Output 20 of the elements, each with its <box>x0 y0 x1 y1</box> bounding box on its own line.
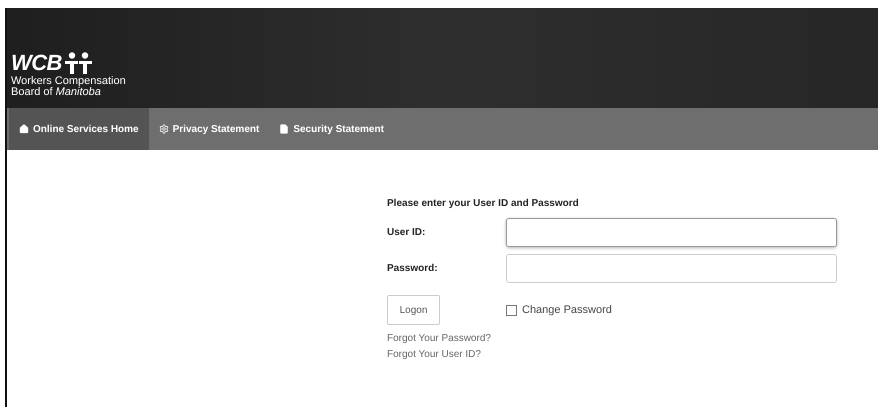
form-heading: Please enter your User ID and Password <box>387 197 580 211</box>
input-field[interactable] <box>506 218 837 247</box>
home-icon <box>19 124 29 134</box>
nav-tab[interactable]: Security Statement <box>269 108 394 150</box>
nav-tab[interactable]: Privacy Statement <box>148 108 270 150</box>
field-label: Password: <box>387 262 439 276</box>
forgot-link[interactable]: Forgot Your User ID? <box>387 347 481 362</box>
logo-line: Workers Compensation <box>11 76 126 87</box>
forgot-link[interactable]: Forgot Your Password? <box>387 331 491 346</box>
logon-button[interactable]: Logon <box>387 295 440 325</box>
field-label: User ID: <box>387 226 426 240</box>
people-icon <box>64 52 94 74</box>
logo-wordmark: WCB <box>11 52 62 74</box>
gear-icon <box>158 124 169 134</box>
input-field[interactable] <box>506 254 837 283</box>
logo-line: Board of Manitoba <box>11 87 101 98</box>
nav-tab[interactable]: Online Services Home <box>9 108 149 150</box>
document-icon <box>279 124 290 134</box>
checkbox[interactable] <box>506 304 517 316</box>
checkbox-label: Change Password <box>522 302 612 318</box>
